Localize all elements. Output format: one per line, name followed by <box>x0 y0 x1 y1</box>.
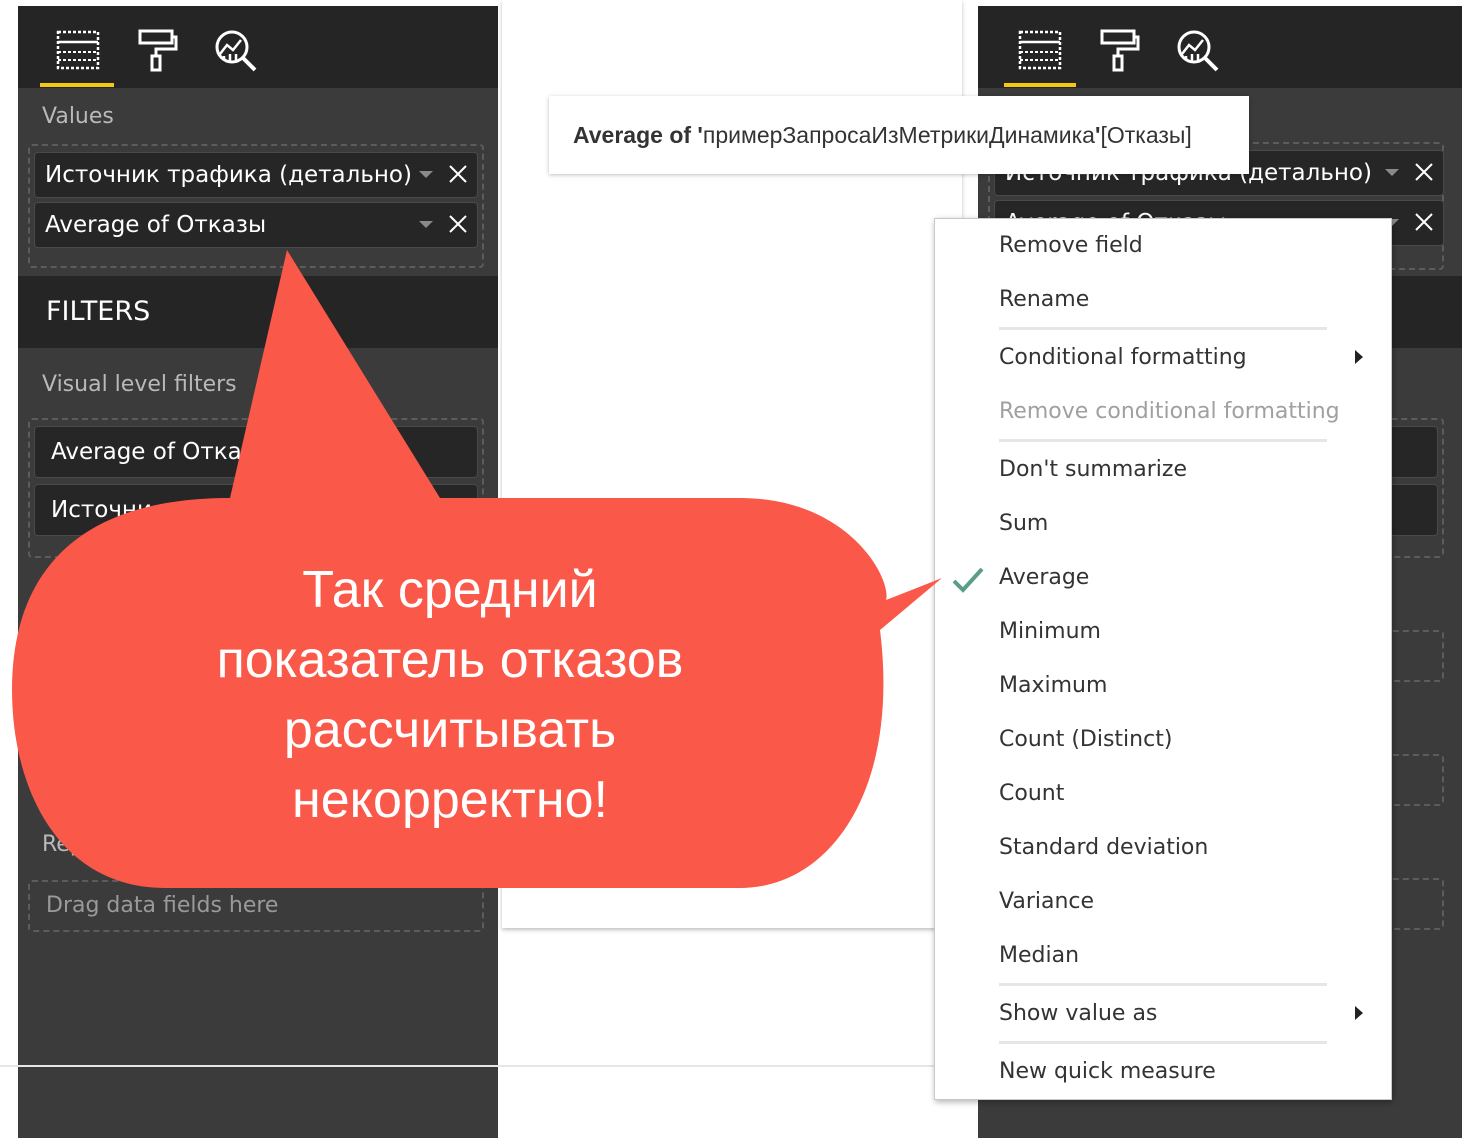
menu-item-count-distinct[interactable]: Count (Distinct) <box>999 727 1172 752</box>
menu-separator <box>999 983 1327 986</box>
close-icon[interactable] <box>447 163 469 185</box>
value-field-label: Average of Отказы <box>45 212 267 238</box>
analytics-magnifier-icon[interactable] <box>214 28 258 72</box>
pane-tabs <box>978 6 1462 88</box>
close-icon[interactable] <box>447 213 469 235</box>
active-tab-indicator <box>1004 83 1076 87</box>
menu-item-maximum[interactable]: Maximum <box>999 673 1107 698</box>
callout-line: Так средний <box>302 561 598 619</box>
menu-item-conditional-formatting[interactable]: Conditional formatting <box>999 345 1247 370</box>
menu-item-average[interactable]: Average <box>999 565 1089 590</box>
format-paint-roller-icon[interactable] <box>136 28 180 72</box>
menu-item-minimum[interactable]: Minimum <box>999 619 1101 644</box>
filter-card-label: Average of Отказы (All) <box>51 439 326 465</box>
menu-separator <box>999 439 1327 442</box>
close-icon[interactable] <box>1413 161 1435 183</box>
dropdown-caret-icon[interactable] <box>419 221 433 228</box>
fields-icon[interactable] <box>56 28 100 72</box>
menu-item-remove-conditional-formatting: Remove conditional formatting <box>999 399 1340 424</box>
dropdown-caret-icon[interactable] <box>1385 169 1399 176</box>
callout-text: Так средний показатель отказов рассчитыв… <box>100 555 800 835</box>
menu-separator <box>999 327 1327 330</box>
filter-card[interactable]: Average of Отказы (All) <box>34 426 478 478</box>
format-paint-roller-icon[interactable] <box>1098 28 1142 72</box>
value-field-pill[interactable]: Источник трафика (детально) <box>34 152 478 198</box>
callout-line: некорректно! <box>292 771 608 829</box>
submenu-arrow-icon <box>1355 350 1363 364</box>
menu-item-sum[interactable]: Sum <box>999 511 1048 536</box>
menu-item-count[interactable]: Count <box>999 781 1064 806</box>
menu-item-rename[interactable]: Rename <box>999 287 1089 312</box>
active-tab-indicator <box>40 83 114 87</box>
callout-line: рассчитывать <box>283 701 617 759</box>
menu-item-median[interactable]: Median <box>999 943 1079 968</box>
checkmark-icon <box>952 567 984 593</box>
value-field-label: Источник трафика (детально) <box>45 162 412 188</box>
report-filters-label: Repo <box>42 832 98 857</box>
field-context-menu: Remove field Rename Conditional formatti… <box>934 218 1392 1100</box>
analytics-magnifier-icon[interactable] <box>1176 28 1220 72</box>
report-filters-drop-zone[interactable]: Drag data fields here <box>28 880 484 932</box>
filter-card[interactable]: Источни <box>34 484 478 536</box>
menu-item-variance[interactable]: Variance <box>999 889 1094 914</box>
menu-item-standard-deviation[interactable]: Standard deviation <box>999 835 1208 860</box>
close-icon[interactable] <box>1413 211 1435 233</box>
tooltip-prefix: Average of <box>573 122 698 148</box>
menu-item-show-value-as[interactable]: Show value as <box>999 1001 1157 1026</box>
tooltip-field: [Отказы] <box>1100 122 1192 148</box>
tooltip-table: примерЗапросаИзМетрикиДинамика <box>702 122 1095 148</box>
menu-item-new-quick-measure[interactable]: New quick measure <box>999 1059 1216 1084</box>
fields-icon[interactable] <box>1018 28 1062 72</box>
menu-item-dont-summarize[interactable]: Don't summarize <box>999 457 1187 482</box>
menu-item-remove-field[interactable]: Remove field <box>999 233 1143 258</box>
field-tooltip: Average of 'примерЗапросаИзМетрикиДинами… <box>549 96 1249 174</box>
filters-header: FILTERS <box>18 276 498 348</box>
callout-line: показатель отказов <box>216 631 684 689</box>
filter-card-label: Источни <box>51 497 152 523</box>
menu-separator <box>999 1041 1327 1044</box>
dropdown-caret-icon[interactable] <box>419 171 433 178</box>
value-field-pill[interactable]: Average of Отказы <box>34 202 478 248</box>
visual-level-filters-label: Visual level filters <box>42 372 237 397</box>
values-label: Values <box>42 104 114 129</box>
pane-tabs <box>18 6 498 88</box>
submenu-arrow-icon <box>1355 1006 1363 1020</box>
